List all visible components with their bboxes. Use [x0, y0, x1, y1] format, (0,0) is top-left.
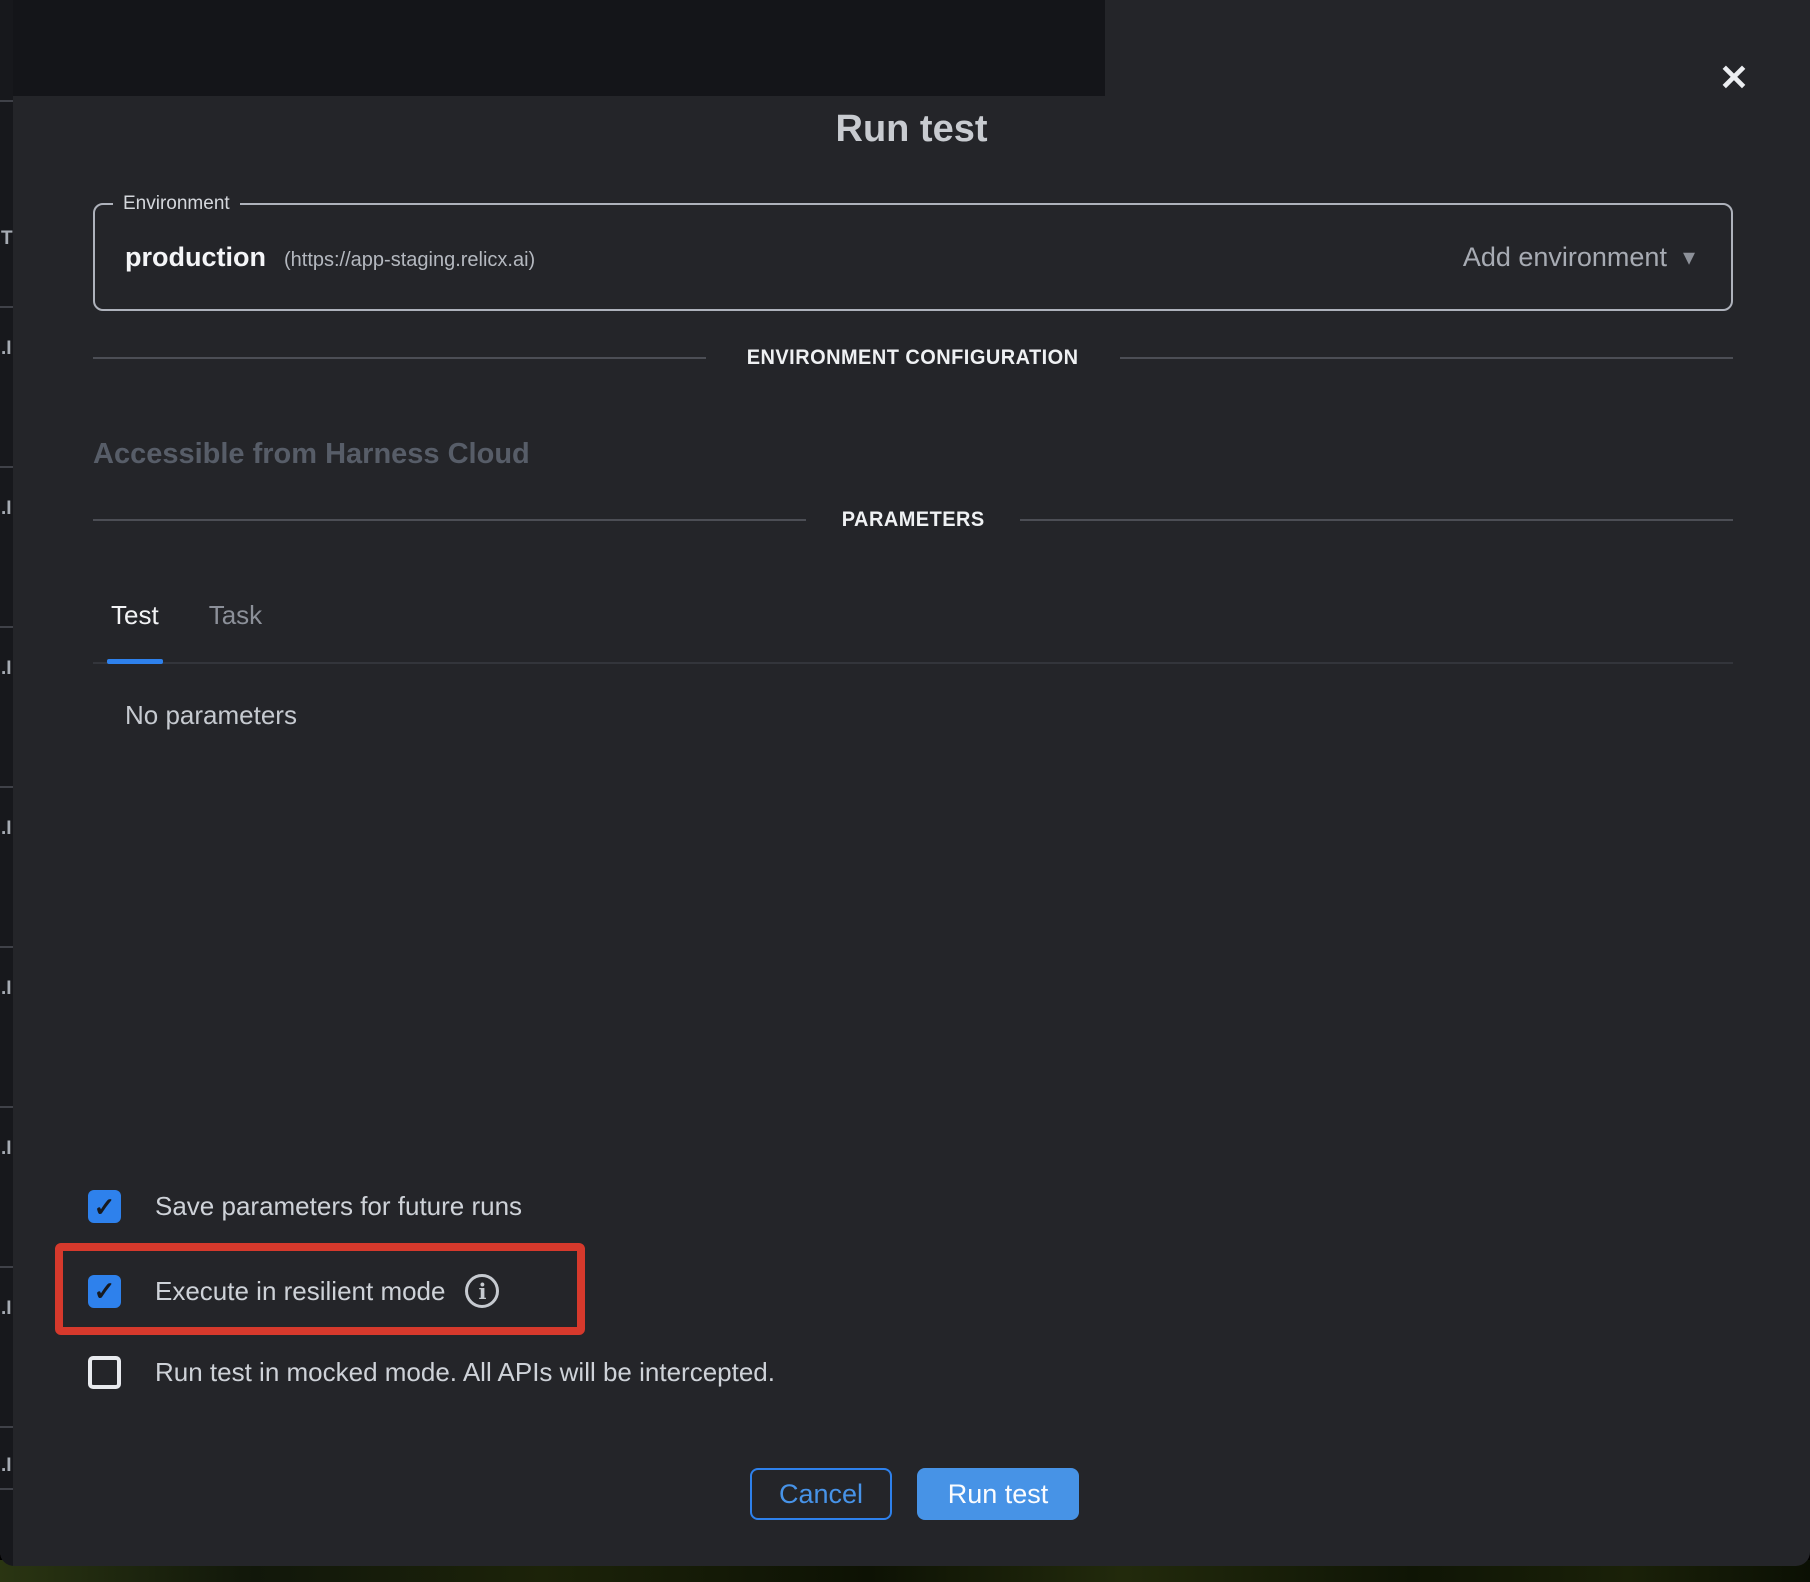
table-row-divider	[0, 1106, 13, 1108]
table-row-divider	[0, 100, 13, 102]
environment-name: production	[125, 242, 266, 273]
add-environment-button[interactable]: Add environment ▾	[1463, 242, 1731, 273]
tab-task-label: Task	[209, 600, 262, 630]
mocked-mode-row: Run test in mocked mode. All APIs will b…	[88, 1356, 775, 1389]
table-row-divider	[0, 466, 13, 468]
section-parameters: PARAMETERS	[93, 508, 1733, 532]
save-parameters-checkbox[interactable]: ✓	[88, 1190, 121, 1223]
screen: T .I .I .I .I .I .I .I .I ✕ Run test Env…	[0, 0, 1810, 1582]
section-label: ENVIRONMENT CONFIGURATION	[747, 346, 1079, 370]
environment-select[interactable]: Environment production (https://app-stag…	[93, 203, 1733, 311]
clipped-text-fragment: .I	[1, 658, 13, 680]
environment-field-label: Environment	[113, 192, 240, 216]
tab-test-label: Test	[111, 600, 159, 630]
cancel-button[interactable]: Cancel	[750, 1468, 892, 1520]
environment-url: (https://app-staging.relicx.ai)	[284, 249, 535, 272]
save-parameters-label: Save parameters for future runs	[155, 1191, 522, 1222]
checkmark-icon: ✓	[94, 1278, 116, 1304]
table-row-divider	[0, 306, 13, 308]
clipped-text-fragment: .I	[1, 818, 13, 840]
background-page-header	[13, 0, 1105, 96]
run-test-button[interactable]: Run test	[917, 1468, 1079, 1520]
info-icon[interactable]: i	[465, 1274, 499, 1308]
close-icon[interactable]: ✕	[1712, 56, 1756, 100]
clipped-text-fragment: .I	[1, 498, 13, 520]
mocked-mode-checkbox[interactable]	[88, 1356, 121, 1389]
table-row-divider	[0, 1488, 13, 1490]
table-row-divider	[0, 1426, 13, 1428]
tab-task[interactable]: Task	[209, 592, 262, 662]
mocked-mode-label: Run test in mocked mode. All APIs will b…	[155, 1357, 775, 1388]
clipped-text-fragment: .I	[1, 978, 13, 1000]
section-label: PARAMETERS	[842, 508, 985, 532]
app-window: T .I .I .I .I .I .I .I .I ✕ Run test Env…	[0, 0, 1810, 1566]
tab-test[interactable]: Test	[111, 592, 159, 662]
section-environment-configuration: ENVIRONMENT CONFIGURATION	[93, 346, 1733, 370]
clipped-text-fragment: .I	[1, 338, 13, 360]
page-title: Run test	[13, 108, 1810, 151]
table-row-divider	[0, 946, 13, 948]
clipped-text-fragment: .I	[1, 1138, 13, 1160]
add-environment-label: Add environment	[1463, 242, 1667, 273]
table-row-divider	[0, 786, 13, 788]
clipped-text-fragment: .I	[1, 1455, 13, 1477]
clipped-text-fragment: .I	[1, 1298, 13, 1320]
environment-selected-value: production (https://app-staging.relicx.a…	[95, 242, 535, 273]
clipped-text-fragment: T	[1, 228, 13, 250]
table-row-divider	[0, 626, 13, 628]
accessible-note: Accessible from Harness Cloud	[93, 438, 530, 471]
no-parameters-text: No parameters	[125, 700, 297, 731]
chevron-down-icon: ▾	[1683, 243, 1695, 272]
resilient-mode-checkbox[interactable]: ✓	[88, 1275, 121, 1308]
table-row-divider	[0, 1266, 13, 1268]
resilient-mode-label: Execute in resilient mode	[155, 1276, 445, 1307]
resilient-mode-row: ✓ Execute in resilient mode i	[88, 1274, 499, 1308]
background-table-sliver: T .I .I .I .I .I .I .I .I	[0, 0, 13, 1566]
active-tab-indicator	[107, 659, 163, 664]
checkmark-icon: ✓	[94, 1194, 116, 1220]
parameters-tabs: Test Task	[93, 592, 1733, 664]
save-parameters-row: ✓ Save parameters for future runs	[88, 1190, 522, 1223]
